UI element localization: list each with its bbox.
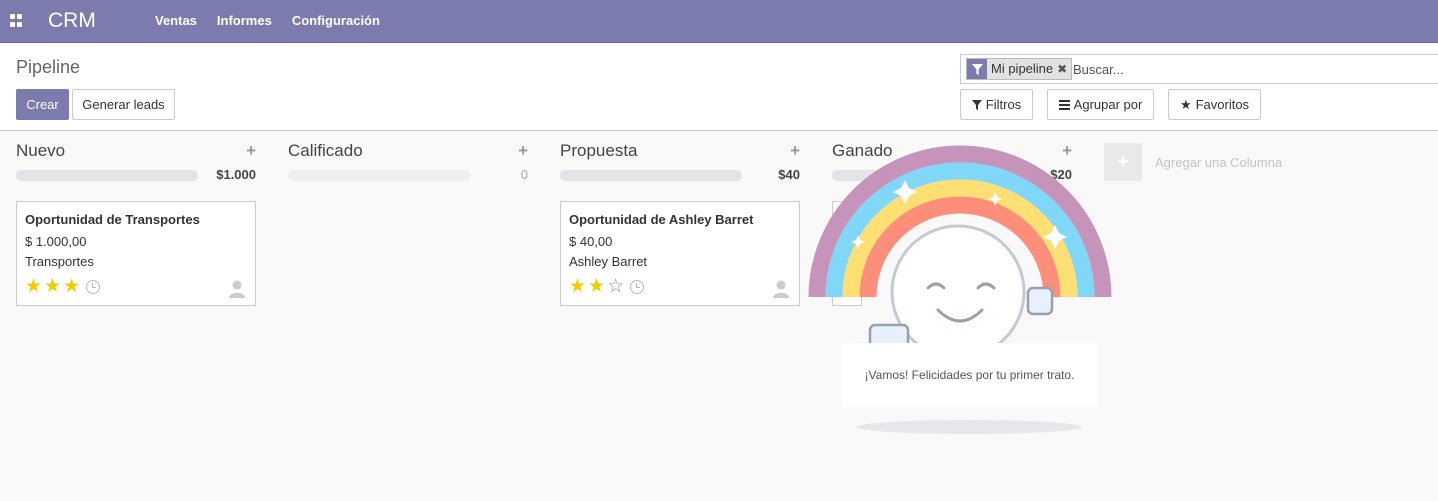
priority-stars: ★ ★ ☆ — [569, 277, 645, 296]
column-progress-bar[interactable] — [560, 170, 742, 181]
favorites-label: Favoritos — [1195, 97, 1250, 112]
kanban-card[interactable]: Oportunidad de Ashley Barret $ 40,00 Ash… — [560, 201, 800, 306]
column-progress-bar[interactable] — [288, 170, 470, 181]
add-column-label[interactable]: Agregar una Columna — [1155, 155, 1282, 170]
apps-menu-icon[interactable] — [10, 14, 23, 27]
create-button[interactable]: Crear — [16, 89, 69, 120]
star-icon[interactable]: ★ — [63, 277, 80, 296]
column-title[interactable]: Propuesta — [560, 141, 638, 161]
priority-stars: ★ ★ ★ — [25, 277, 101, 296]
star-icon[interactable]: ★ — [569, 277, 586, 296]
activity-clock-icon[interactable] — [86, 279, 101, 294]
rainbow-shadow — [856, 420, 1082, 434]
user-avatar-icon — [229, 280, 245, 298]
column-total: $40 — [778, 167, 800, 182]
column-total: $20 — [1050, 167, 1072, 182]
quick-create-icon[interactable]: + — [518, 141, 528, 161]
column-progress-bar[interactable] — [832, 170, 1014, 181]
card-company: Ashley Barret — [569, 254, 648, 269]
star-icon: ★ — [1179, 96, 1192, 112]
quick-create-icon[interactable]: + — [246, 141, 256, 161]
favorites-button[interactable]: ★ Favoritos — [1168, 89, 1261, 120]
column-total: 0 — [520, 167, 528, 182]
control-panel: Pipeline Crear Generar leads Mi pipeline… — [0, 44, 1438, 131]
user-avatar-icon — [773, 280, 789, 298]
card-title: Oportunidad de Ashley Barret — [569, 212, 754, 227]
add-column-button[interactable]: + — [1104, 143, 1142, 181]
group-by-label: Agrupar por — [1073, 97, 1143, 112]
filters-button[interactable]: Filtros — [960, 89, 1033, 120]
card-company: Transportes — [25, 254, 94, 269]
star-icon[interactable]: ★ — [25, 277, 42, 296]
kanban-card[interactable] — [832, 201, 862, 306]
bars-icon — [1058, 99, 1070, 110]
quick-create-icon[interactable]: + — [1062, 141, 1072, 161]
search-bar: Mi pipeline ✖ — [960, 54, 1438, 84]
search-facet: Mi pipeline ✖ — [966, 58, 1073, 80]
menu-configuracion[interactable]: Configuración — [292, 13, 380, 28]
rainbow-message: ¡Vamos! Felicidades por tu primer trato. — [841, 343, 1098, 407]
search-input[interactable] — [1073, 60, 1373, 78]
filter-icon — [971, 99, 982, 110]
column-total: $1.000 — [216, 167, 256, 182]
app-brand[interactable]: CRM — [48, 9, 96, 33]
card-amount: $ 1.000,00 — [25, 234, 87, 249]
star-icon[interactable]: ★ — [44, 277, 61, 296]
filter-icon — [967, 59, 987, 79]
kanban-card[interactable]: Oportunidad de Transportes $ 1.000,00 Tr… — [16, 201, 256, 306]
column-progress-bar[interactable] — [16, 170, 198, 181]
card-title: Oportunidad de Transportes — [25, 212, 200, 227]
group-by-button[interactable]: Agrupar por — [1047, 89, 1154, 120]
column-title[interactable]: Calificado — [288, 141, 363, 161]
generate-leads-button[interactable]: Generar leads — [72, 89, 175, 120]
star-icon[interactable]: ★ — [588, 277, 605, 296]
menu-ventas[interactable]: Ventas — [155, 13, 197, 28]
menu-informes[interactable]: Informes — [217, 13, 272, 28]
column-title[interactable]: Nuevo — [16, 141, 65, 161]
main-menu: Ventas Informes Configuración — [155, 13, 380, 28]
top-navbar: CRM Ventas Informes Configuración — [0, 0, 1438, 43]
page-title: Pipeline — [16, 57, 81, 77]
column-title[interactable]: Ganado — [832, 141, 893, 161]
facet-label: Mi pipeline — [991, 61, 1054, 76]
facet-remove-icon[interactable]: ✖ — [1057, 59, 1071, 79]
star-outline-icon[interactable]: ☆ — [607, 277, 624, 296]
quick-create-icon[interactable]: + — [790, 141, 800, 161]
activity-clock-icon[interactable] — [630, 279, 645, 294]
card-amount: $ 40,00 — [569, 234, 613, 249]
filters-label: Filtros — [985, 97, 1022, 112]
